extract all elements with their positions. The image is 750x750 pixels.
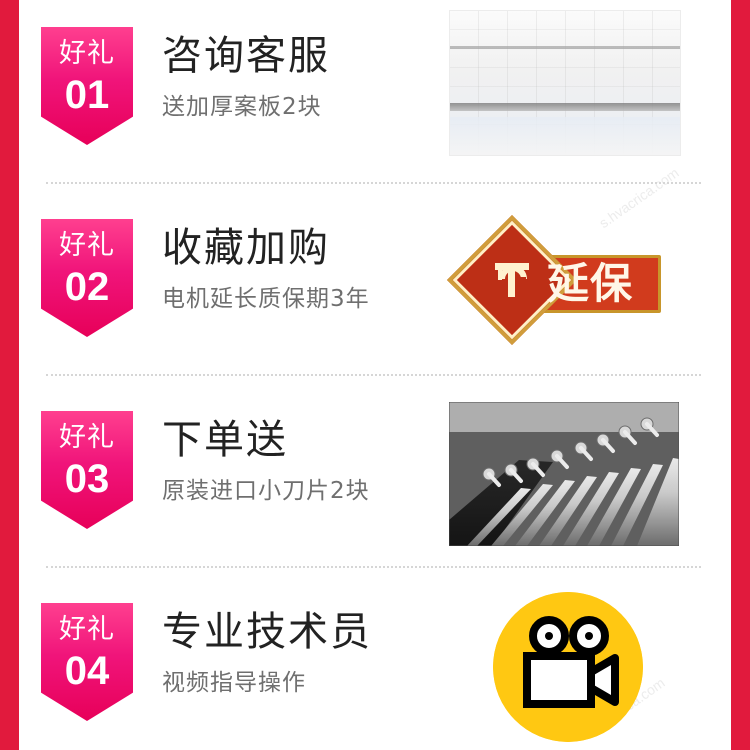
benefit-subtitle: 原装进口小刀片2块 [162, 478, 370, 504]
row-divider [46, 566, 701, 568]
benefit-title: 下单送 [162, 417, 288, 463]
warranty-image: 延保 [446, 214, 677, 346]
gift-badge-2: 好礼 02 [41, 219, 133, 337]
video-camera-icon [493, 592, 643, 742]
benefit-row-3: 好礼 03 下单送 原装进口小刀片2块 [19, 384, 731, 576]
benefit-row-4: 好礼 04 专业技术员 视频指导操作 [19, 576, 731, 750]
gift-badge-4: 好礼 04 [41, 603, 133, 721]
row-divider [46, 182, 701, 184]
benefit-row-2: 好礼 02 收藏加购 电机延长质保期3年 延保 [19, 192, 731, 384]
benefit-title: 咨询客服 [162, 33, 330, 79]
blade-set-illustration [449, 402, 679, 546]
benefit-subtitle: 送加厚案板2块 [162, 94, 322, 120]
video-camera-icon [493, 592, 643, 742]
gift-badge-1: 好礼 01 [41, 27, 133, 145]
board-seam [450, 46, 680, 49]
blade-set-image [449, 402, 679, 546]
gift-badge-title: 好礼 [59, 614, 115, 645]
gift-badge-number: 03 [64, 457, 110, 501]
gift-badge-title: 好礼 [59, 38, 115, 69]
row-divider [46, 374, 701, 376]
gift-badge-number: 04 [64, 649, 110, 693]
gift-badge-3: 好礼 03 [41, 411, 133, 529]
gift-badge-number: 02 [64, 265, 110, 309]
benefit-title: 收藏加购 [162, 225, 330, 271]
tool-icon [495, 263, 529, 297]
gift-badge-title: 好礼 [59, 422, 115, 453]
benefits-panel: s.hvacrica.com s.hvacrica.com s.hvacrica… [19, 0, 731, 750]
board-seam [450, 103, 680, 111]
gift-badge-number: 01 [64, 73, 110, 117]
warranty-text: 延保 [547, 259, 634, 308]
gift-badge-title: 好礼 [59, 230, 115, 261]
benefit-subtitle: 视频指导操作 [162, 670, 306, 696]
benefit-row-1: 好礼 01 咨询客服 送加厚案板2块 [19, 0, 731, 192]
cutting-board-image [449, 10, 681, 156]
promo-frame: s.hvacrica.com s.hvacrica.com s.hvacrica… [0, 0, 750, 750]
benefit-subtitle: 电机延长质保期3年 [162, 286, 370, 312]
benefit-title: 专业技术员 [162, 609, 372, 655]
board-edge [450, 117, 680, 155]
